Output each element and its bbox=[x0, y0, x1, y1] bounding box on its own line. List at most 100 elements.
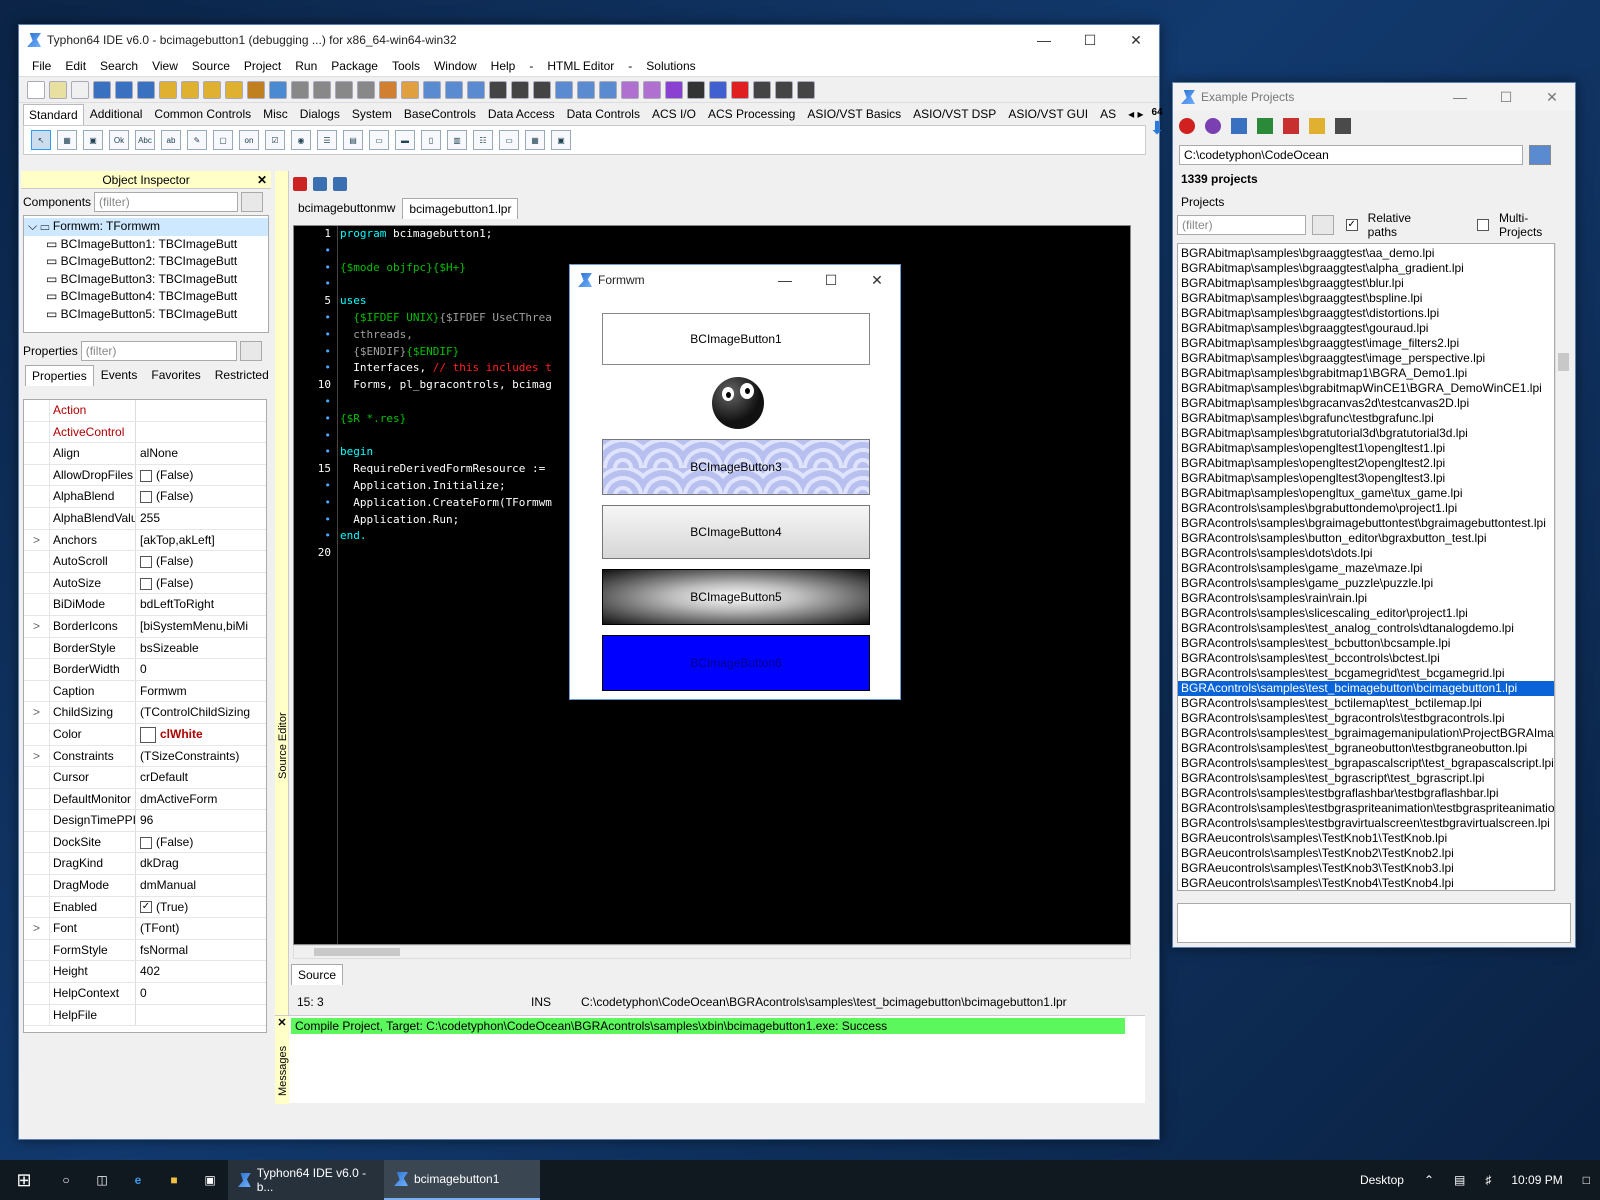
project-list-item[interactable]: BGRAeucontrols\samples\TestKnob4\TestKno… bbox=[1178, 876, 1554, 890]
palette-component-icon[interactable]: ◉ bbox=[291, 130, 311, 150]
toolbar-button-icon[interactable] bbox=[335, 80, 353, 99]
toolbar-button-icon[interactable] bbox=[71, 80, 89, 99]
property-value[interactable]: fsNormal bbox=[136, 940, 266, 961]
palette-component-icon[interactable]: ▤ bbox=[343, 130, 363, 150]
menu-item[interactable]: Tools bbox=[385, 59, 427, 73]
toolbar-button-icon[interactable] bbox=[709, 80, 727, 99]
toolbar-button-icon[interactable] bbox=[423, 80, 441, 99]
project-list-item[interactable]: BGRAbitmap\samples\bgraaggtest\blur.lpi bbox=[1178, 276, 1554, 291]
property-value[interactable]: bsSizeable bbox=[136, 638, 266, 659]
property-value[interactable]: 255 bbox=[136, 508, 266, 529]
store-icon[interactable]: ▣ bbox=[192, 1160, 228, 1200]
filter-clear-icon[interactable] bbox=[241, 192, 264, 212]
toolbar-button-icon[interactable] bbox=[533, 80, 551, 99]
volume-icon[interactable]: ♯ bbox=[1475, 1160, 1501, 1200]
menu-item[interactable]: - bbox=[621, 59, 639, 73]
palette-scroll-arrows-icon[interactable]: ◂ ▸ bbox=[1122, 103, 1149, 125]
property-row[interactable]: DockSite (False) bbox=[24, 831, 266, 854]
property-value[interactable]: bdLeftToRight bbox=[136, 594, 266, 615]
menu-item[interactable]: - bbox=[522, 59, 540, 73]
palette-component-icon[interactable]: ▢ bbox=[213, 130, 233, 150]
form-maximize-icon[interactable]: ☐ bbox=[808, 265, 854, 295]
bcimagebutton1[interactable]: BCImageButton1 bbox=[602, 313, 870, 365]
form-minimize-icon[interactable]: — bbox=[762, 265, 808, 295]
folder-icon[interactable] bbox=[1309, 118, 1325, 134]
property-value[interactable]: (TFont) bbox=[136, 918, 266, 939]
property-value[interactable] bbox=[136, 422, 266, 443]
stop-icon[interactable] bbox=[1179, 118, 1195, 134]
property-row[interactable]: Action bbox=[24, 400, 266, 422]
menu-item[interactable]: Search bbox=[93, 59, 145, 73]
property-value[interactable]: 0 bbox=[136, 983, 266, 1004]
palette-component-icon[interactable]: ▥ bbox=[447, 130, 467, 150]
task-view-icon[interactable]: ◫ bbox=[84, 1160, 120, 1200]
toolbar-button-icon[interactable] bbox=[203, 80, 221, 99]
taskbar-item-app[interactable]: bcimagebutton1 bbox=[384, 1160, 540, 1200]
palette-component-icon[interactable]: ▦ bbox=[57, 130, 77, 150]
project-list-item[interactable]: BGRAbitmap\samples\opengltest2\opengltes… bbox=[1178, 456, 1554, 471]
palette-arrow-icon[interactable]: ⬇ bbox=[1150, 118, 1165, 139]
toolbar-button-icon[interactable] bbox=[27, 80, 45, 99]
tray-chevron-icon[interactable]: ⌃ bbox=[1414, 1160, 1444, 1200]
toolbar-button-icon[interactable] bbox=[489, 80, 507, 99]
property-row[interactable]: AutoSize (False) bbox=[24, 572, 266, 595]
project-list-item[interactable]: BGRAbitmap\samples\bgraaggtest\gouraud.l… bbox=[1178, 321, 1554, 336]
property-value[interactable]: crDefault bbox=[136, 767, 266, 788]
code-line[interactable]: program bcimagebutton1; bbox=[340, 226, 1130, 243]
menu-item[interactable]: File bbox=[25, 59, 58, 73]
toolbar-button-icon[interactable] bbox=[753, 80, 771, 99]
property-row[interactable]: > Constraints (TSizeConstraints) bbox=[24, 745, 266, 768]
bcimagebutton6[interactable]: BCImageButton6 bbox=[602, 635, 870, 691]
project-list-item[interactable]: BGRAcontrols\samples\test_bgraneobutton\… bbox=[1178, 741, 1554, 756]
property-row[interactable]: BorderStyle bsSizeable bbox=[24, 637, 266, 660]
toolbar-button-icon[interactable] bbox=[577, 80, 595, 99]
inspector-tab[interactable]: Restricted bbox=[208, 364, 276, 386]
property-row[interactable]: AllowDropFiles (False) bbox=[24, 464, 266, 487]
property-row[interactable]: DesignTimePPI 96 bbox=[24, 810, 266, 832]
project-list-item[interactable]: BGRAcontrols\samples\game_puzzle\puzzle.… bbox=[1178, 576, 1554, 591]
menu-item[interactable]: Project bbox=[237, 59, 288, 73]
project-list-item[interactable]: BGRAbitmap\samples\bgrabitmapWinCE1\BGRA… bbox=[1178, 381, 1554, 396]
project-list-item[interactable]: BGRAbitmap\samples\bgratutorial3d\bgratu… bbox=[1178, 426, 1554, 441]
palette-tab[interactable]: BaseControls bbox=[398, 103, 482, 125]
inspector-close-icon[interactable]: ✕ bbox=[257, 171, 267, 189]
property-row[interactable]: Height 402 bbox=[24, 961, 266, 984]
property-checkbox[interactable] bbox=[140, 577, 152, 590]
project-list-item[interactable]: BGRAbitmap\samples\bgraaggtest\bspline.l… bbox=[1178, 291, 1554, 306]
toolbar-button-icon[interactable] bbox=[687, 80, 705, 99]
toolbar-button-icon[interactable] bbox=[643, 80, 661, 99]
palette-component-icon[interactable]: ▭ bbox=[499, 130, 519, 150]
multi-projects-checkbox[interactable] bbox=[1477, 219, 1489, 231]
palette-component-icon[interactable]: ▭ bbox=[369, 130, 389, 150]
property-value[interactable]: (False) bbox=[136, 486, 266, 507]
project-list-item[interactable]: BGRAbitmap\samples\bgraaggtest\image_fil… bbox=[1178, 336, 1554, 351]
project-list-item[interactable]: BGRAcontrols\samples\testbgravirtualscre… bbox=[1178, 816, 1554, 831]
project-list-item[interactable]: BGRAeucontrols\samples\TestKnob1\TestKno… bbox=[1178, 831, 1554, 846]
palette-tab[interactable]: Misc bbox=[257, 103, 294, 125]
property-row[interactable]: Color clWhite bbox=[24, 723, 266, 746]
property-value[interactable]: 96 bbox=[136, 810, 266, 831]
ide-titlebar[interactable]: Typhon64 IDE v6.0 - bcimagebutton1 (debu… bbox=[19, 25, 1159, 55]
taskbar-item-ide[interactable]: Typhon64 IDE v6.0 - b... bbox=[228, 1160, 384, 1200]
properties-filter-input[interactable]: (filter) bbox=[80, 341, 237, 361]
project-list-item[interactable]: BGRAcontrols\samples\testbgraflashbar\te… bbox=[1178, 786, 1554, 801]
examples-minimize-icon[interactable]: — bbox=[1437, 82, 1483, 112]
property-row[interactable]: DragKind dkDrag bbox=[24, 853, 266, 876]
palette-component-icon[interactable]: ☰ bbox=[317, 130, 337, 150]
refresh-icon[interactable] bbox=[1205, 118, 1221, 134]
tree-node[interactable]: ▭ BCImageButton2: TBCImageButt bbox=[24, 253, 268, 271]
relative-paths-checkbox[interactable]: ✓ bbox=[1345, 219, 1358, 231]
expand-icon[interactable]: > bbox=[24, 615, 50, 637]
messages-close-icon[interactable]: ✕ bbox=[275, 1016, 289, 1029]
components-filter-input[interactable]: (filter) bbox=[94, 192, 239, 212]
project-list-item[interactable]: BGRAeucontrols\samples\TestKnob3\TestKno… bbox=[1178, 861, 1554, 876]
expand-icon[interactable]: > bbox=[24, 529, 50, 551]
project-list-item[interactable]: BGRAcontrols\samples\test_bgracontrols\t… bbox=[1178, 711, 1554, 726]
toolbar-button-icon[interactable] bbox=[137, 80, 155, 99]
toolbar-button-icon[interactable] bbox=[731, 80, 749, 99]
toolbar-button-icon[interactable] bbox=[291, 80, 309, 99]
bcimagebutton5[interactable]: BCImageButton5 bbox=[602, 569, 870, 625]
toolbar-button-icon[interactable] bbox=[445, 80, 463, 99]
property-row[interactable]: > BorderIcons [biSystemMenu,biMi bbox=[24, 615, 266, 638]
property-value[interactable]: (False) bbox=[136, 551, 266, 572]
